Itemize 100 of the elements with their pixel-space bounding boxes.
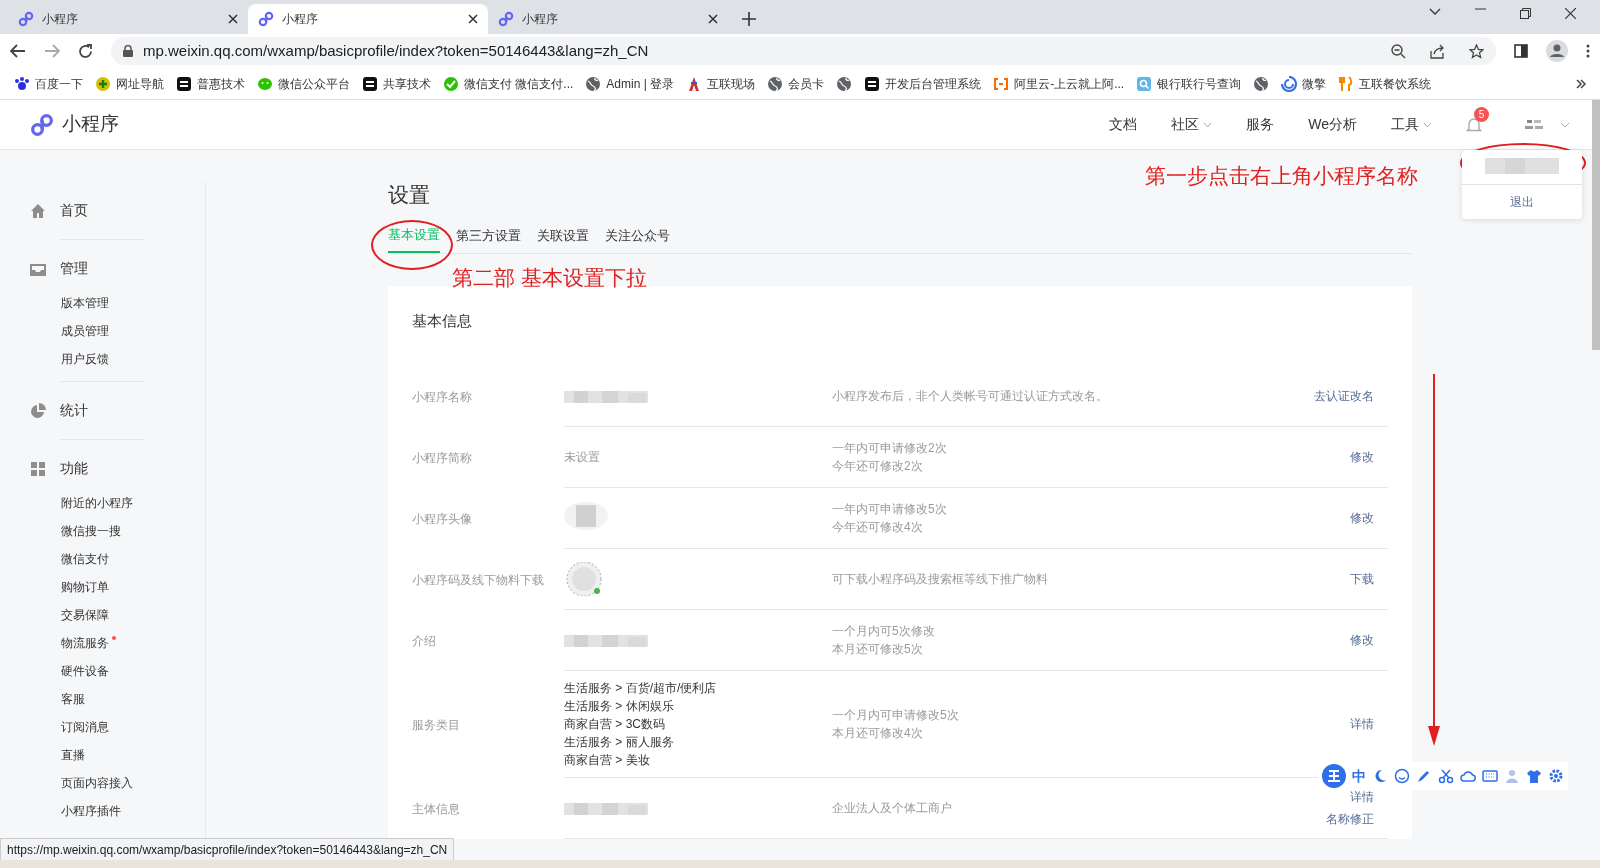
sidebar-subitem[interactable]: 微信搜一搜 xyxy=(61,524,121,538)
bookmark[interactable]: 普惠技术 xyxy=(176,74,245,93)
sidebar-subitem[interactable]: 物流服务 xyxy=(61,636,116,650)
bell-icon[interactable] xyxy=(1466,117,1482,134)
sidebar-subitem[interactable]: 成员管理 xyxy=(61,324,109,338)
globe-icon[interactable] xyxy=(836,75,853,92)
sidebar-subitem[interactable]: 附近的小程序 xyxy=(61,496,133,510)
nav-link[interactable]: 社区 xyxy=(1171,114,1213,135)
plus-icon xyxy=(95,75,111,92)
more-icon[interactable] xyxy=(1586,44,1590,58)
bookmark[interactable]: 网址导航 xyxy=(95,74,164,93)
app-logo-icon[interactable] xyxy=(30,112,54,137)
bookmark[interactable]: 百度一下 xyxy=(14,74,83,93)
keyboard-icon[interactable] xyxy=(1482,768,1498,784)
notification-badge: 5 xyxy=(1474,107,1489,122)
globe-icon[interactable] xyxy=(1253,75,1270,92)
star-icon[interactable] xyxy=(1469,43,1484,59)
share-icon[interactable] xyxy=(1430,43,1445,59)
action-link[interactable]: 去认证改名 xyxy=(1314,387,1374,406)
settings-tab[interactable]: 关注公众号 xyxy=(605,221,670,253)
fork-icon xyxy=(1338,75,1355,92)
nav-link[interactable]: 工具 xyxy=(1391,114,1432,135)
sidebar-subitem[interactable]: 交易保障 xyxy=(61,608,109,622)
sidebar-subitem[interactable]: 页面内容接入 xyxy=(61,776,133,790)
side-panel-icon[interactable] xyxy=(1514,44,1528,58)
bookmark[interactable]: 会员卡 xyxy=(767,74,825,93)
bookmark[interactable]: 共享技术 xyxy=(362,74,431,93)
bookmark[interactable]: 互联现场 xyxy=(686,74,756,93)
chevron-down-icon[interactable] xyxy=(1429,7,1441,16)
ime-logo-icon[interactable] xyxy=(1322,764,1346,788)
settings-icon[interactable] xyxy=(1548,768,1564,784)
action-link[interactable]: 名称修正 xyxy=(1326,810,1374,829)
nav-link[interactable]: 文档 xyxy=(1109,114,1138,135)
account-avatar-icon[interactable] xyxy=(1524,117,1544,132)
field-note: 一个月内可5次修改 xyxy=(832,623,936,641)
more-bookmarks-icon[interactable] xyxy=(1576,79,1586,90)
action-link[interactable]: 修改 xyxy=(1350,631,1374,650)
sidebar-subitem[interactable]: 直播 xyxy=(61,748,85,762)
sidebar-subitem[interactable]: 购物订单 xyxy=(61,580,109,594)
annotation-text: 第二部 基本设置下拉 xyxy=(452,265,647,291)
profile-icon[interactable] xyxy=(1546,40,1568,62)
browser-tab[interactable]: 小程序 xyxy=(8,4,248,34)
minimize-icon[interactable] xyxy=(1475,7,1486,10)
home-icon xyxy=(30,202,46,219)
browser-tab[interactable]: 小程序 xyxy=(248,4,488,34)
nav-link[interactable]: We分析 xyxy=(1308,114,1357,135)
settings-tab[interactable]: 关联设置 xyxy=(537,221,589,253)
nav-link[interactable]: 服务 xyxy=(1246,114,1275,135)
close-icon[interactable] xyxy=(468,14,478,24)
sidebar-subitem[interactable]: 客服 xyxy=(61,692,85,706)
sidebar-item[interactable]: 功能 xyxy=(60,458,88,479)
action-link[interactable]: 详情 xyxy=(1350,788,1374,807)
bookmark[interactable]: 阿里云-上云就上阿... xyxy=(993,74,1125,93)
sidebar-subitem[interactable]: 微信支付 xyxy=(61,552,109,566)
sidebar-item[interactable]: 统计 xyxy=(60,400,88,421)
bookmark[interactable]: 微信支付 微信支付... xyxy=(443,74,574,93)
new-tab-icon[interactable] xyxy=(742,12,756,26)
shirt-icon[interactable] xyxy=(1526,768,1542,784)
browser-tab[interactable]: 小程序 xyxy=(488,4,728,34)
category-path: 商家自营 > 美妆 xyxy=(564,752,651,770)
bookmark[interactable]: 互联餐饮系统 xyxy=(1338,74,1432,93)
field-label: 介绍 xyxy=(412,632,437,650)
pie-chart-icon xyxy=(30,402,46,419)
bookmark[interactable]: 微信公众平台 xyxy=(257,74,350,93)
bookmark[interactable]: 开发后台管理系统 xyxy=(864,74,982,93)
category-path: 生活服务 > 丽人服务 xyxy=(564,734,675,752)
logo-text[interactable]: 小程序 xyxy=(62,110,119,139)
address-bar[interactable]: mp.weixin.qq.com/wxamp/basicprofile/index?token=50146443&lang=zh_CN xyxy=(111,37,1496,65)
restore-icon[interactable] xyxy=(1520,7,1531,19)
field-value: 未设置 xyxy=(564,450,600,465)
action-link[interactable]: 修改 xyxy=(1350,448,1374,467)
close-icon[interactable] xyxy=(228,14,238,24)
sidebar-subitem[interactable]: 订阅消息 xyxy=(61,720,109,734)
scissors-icon[interactable] xyxy=(1438,768,1454,784)
back-icon[interactable] xyxy=(10,44,26,58)
zoom-out-icon[interactable] xyxy=(1391,43,1406,59)
bookmark[interactable]: 微擎 xyxy=(1281,74,1327,93)
close-icon[interactable] xyxy=(708,14,718,24)
scrollbar[interactable] xyxy=(1592,100,1600,350)
close-icon[interactable] xyxy=(1565,7,1576,19)
bookmark[interactable]: 银行联行号查询 xyxy=(1136,74,1242,93)
globe-icon xyxy=(767,75,784,92)
pen-icon[interactable] xyxy=(1416,768,1432,784)
bookmark[interactable]: Admin | 登录 xyxy=(585,74,675,93)
sidebar-subitem[interactable]: 硬件设备 xyxy=(61,664,109,678)
reload-icon[interactable] xyxy=(78,43,93,59)
sidebar-item[interactable]: 管理 xyxy=(60,258,88,279)
ime-mode[interactable]: 中 xyxy=(1352,765,1366,787)
sidebar-subitem[interactable]: 用户反馈 xyxy=(61,352,109,366)
menu-item[interactable]: 退出 xyxy=(1462,185,1582,219)
sidebar-subitem[interactable]: 版本管理 xyxy=(61,296,109,310)
smile-icon[interactable] xyxy=(1394,768,1410,784)
cloud-icon[interactable] xyxy=(1460,768,1476,784)
settings-tab[interactable]: 第三方设置 xyxy=(456,221,521,253)
action-link[interactable]: 详情 xyxy=(1350,715,1374,734)
sidebar-subitem[interactable]: 小程序插件 xyxy=(61,804,121,818)
action-link[interactable]: 修改 xyxy=(1350,509,1374,528)
sidebar-item[interactable]: 首页 xyxy=(60,200,88,221)
app-icon xyxy=(176,75,192,92)
action-link[interactable]: 下载 xyxy=(1350,570,1374,589)
